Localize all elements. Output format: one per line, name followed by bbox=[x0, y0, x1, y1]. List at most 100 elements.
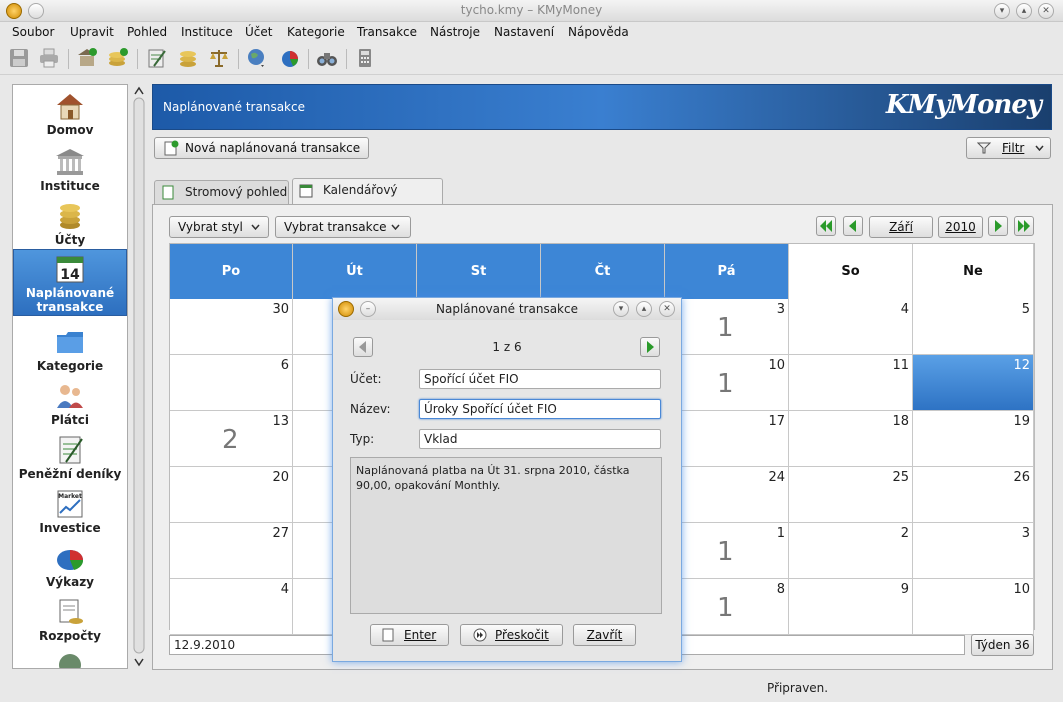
skip-icon bbox=[473, 628, 487, 642]
calendar-day-cell[interactable]: 6 bbox=[170, 355, 293, 411]
transaction-counter: 1 z 6 bbox=[492, 340, 522, 354]
sidebar-item-platci[interactable]: Plátci bbox=[13, 381, 127, 431]
enter-button[interactable]: Enter bbox=[370, 624, 449, 646]
calendar-day-cell[interactable]: 19 bbox=[913, 411, 1034, 467]
ledger-icon[interactable] bbox=[146, 47, 170, 71]
coins-icon[interactable] bbox=[177, 47, 201, 71]
calendar-day-cell[interactable]: 30 bbox=[170, 299, 293, 355]
day-number: 30 bbox=[272, 302, 289, 317]
calendar-day-cell[interactable]: 12 bbox=[913, 355, 1034, 411]
menu-nastaveni[interactable]: Nastavení bbox=[494, 25, 554, 39]
pie-chart-icon[interactable] bbox=[279, 47, 303, 71]
calendar-day-cell[interactable]: 24 bbox=[665, 467, 789, 523]
sidebar-item-rozpocty[interactable]: Rozpočty bbox=[13, 597, 127, 647]
account-field[interactable]: Spořící účet FIO bbox=[419, 369, 661, 389]
window-menu-icon[interactable]: – bbox=[360, 301, 376, 317]
type-field[interactable]: Vklad bbox=[419, 429, 661, 449]
maximize-icon[interactable]: ▴ bbox=[1016, 3, 1032, 19]
menu-napoveda[interactable]: Nápověda bbox=[568, 25, 629, 39]
menu-upravit[interactable]: Upravit bbox=[70, 25, 114, 39]
sidebar-item-label: Instituce bbox=[40, 179, 100, 193]
tab-stromovy-pohled[interactable]: Stromový pohled bbox=[154, 180, 289, 204]
calculator-icon[interactable] bbox=[354, 47, 378, 71]
calendar-day-cell[interactable]: 17 bbox=[665, 411, 789, 467]
calendar-day-cell[interactable]: 18 bbox=[789, 411, 913, 467]
sidebar-scrollbar[interactable] bbox=[132, 84, 146, 669]
sidebar-item-penezni-deniky[interactable]: Peněžní deníky bbox=[13, 435, 127, 485]
menu-nastroje[interactable]: Nástroje bbox=[430, 25, 480, 39]
sidebar-item-vykazy[interactable]: Výkazy bbox=[13, 543, 127, 593]
month-button[interactable]: Září bbox=[869, 216, 933, 238]
menu-transakce[interactable]: Transakce bbox=[357, 25, 417, 39]
week-button[interactable]: Týden 36 bbox=[971, 634, 1034, 656]
new-institution-icon[interactable] bbox=[76, 47, 100, 71]
next-year-button[interactable] bbox=[1014, 216, 1034, 236]
next-month-button[interactable] bbox=[988, 216, 1008, 236]
skip-button[interactable]: Přeskočit bbox=[460, 624, 563, 646]
calendar-day-cell[interactable]: 3 bbox=[913, 523, 1034, 579]
calendar-day-cell[interactable]: 10 bbox=[913, 579, 1034, 635]
calendar-day-cell[interactable]: 11 bbox=[789, 355, 913, 411]
filter-label: Filtr bbox=[1002, 141, 1025, 155]
calendar-day-cell[interactable]: 9 bbox=[789, 579, 913, 635]
menu-instituce[interactable]: Instituce bbox=[181, 25, 233, 39]
day-number: 10 bbox=[768, 358, 785, 373]
new-scheduled-transaction-button[interactable]: Nová naplánovaná transakce bbox=[154, 137, 370, 159]
select-transactions-button[interactable]: Vybrat transakce bbox=[275, 216, 411, 238]
previous-year-button[interactable] bbox=[816, 216, 836, 236]
balance-icon[interactable] bbox=[208, 47, 232, 71]
calendar-day-cell[interactable]: 25 bbox=[789, 467, 913, 523]
year-button[interactable]: 2010 bbox=[938, 216, 983, 238]
calendar-day-cell[interactable]: 20 bbox=[170, 467, 293, 523]
sidebar-item-more[interactable] bbox=[13, 653, 127, 668]
save-icon[interactable] bbox=[8, 47, 32, 71]
globe-icon[interactable] bbox=[246, 47, 270, 71]
calendar-day-cell[interactable]: 4 bbox=[789, 299, 913, 355]
calendar-day-cell[interactable]: 11 bbox=[665, 523, 789, 579]
calendar-day-cell[interactable]: 81 bbox=[665, 579, 789, 635]
day-number: 19 bbox=[1013, 414, 1030, 429]
calendar-day-cell[interactable]: 2 bbox=[789, 523, 913, 579]
print-icon[interactable] bbox=[38, 47, 62, 71]
sidebar-item-ucty[interactable]: Účty bbox=[13, 201, 127, 251]
skip-label: Přeskočit bbox=[495, 628, 549, 642]
enter-label: Enter bbox=[404, 628, 437, 642]
close-icon[interactable]: ✕ bbox=[659, 301, 675, 317]
calendar-day-cell[interactable]: 13 2 bbox=[170, 411, 293, 467]
menu-soubor[interactable]: Soubor bbox=[12, 25, 54, 39]
binoculars-icon[interactable] bbox=[316, 47, 340, 71]
sidebar-item-investice[interactable]: Market Investice bbox=[13, 489, 127, 539]
minimize-icon[interactable]: ▾ bbox=[994, 3, 1010, 19]
sidebar-item-kategorie[interactable]: Kategorie bbox=[13, 327, 127, 377]
new-account-icon[interactable] bbox=[107, 47, 131, 71]
sidebar-item-domov[interactable]: Domov bbox=[13, 91, 127, 143]
previous-month-button[interactable] bbox=[843, 216, 863, 236]
close-label: Zavřít bbox=[586, 628, 623, 642]
sidebar-item-naplanovane-transakce[interactable]: 14 Naplánované transakce bbox=[13, 249, 127, 316]
select-style-button[interactable]: Vybrat styl bbox=[169, 216, 269, 238]
double-arrow-left-icon bbox=[820, 220, 832, 232]
menu-ucet[interactable]: Účet bbox=[245, 25, 272, 39]
name-field[interactable]: Úroky Spořící účet FIO bbox=[419, 399, 661, 419]
calendar-day-cell[interactable]: 4 bbox=[170, 579, 293, 635]
maximize-icon[interactable]: ▴ bbox=[636, 301, 652, 317]
app-icon[interactable] bbox=[338, 301, 354, 317]
tab-kalendarovy-pohled[interactable]: Kalendářový pohled bbox=[292, 178, 443, 219]
calendar-day-cell[interactable]: 27 bbox=[170, 523, 293, 579]
day-number: 9 bbox=[900, 582, 909, 597]
calendar-day-cell[interactable]: 5 bbox=[913, 299, 1034, 355]
menu-kategorie[interactable]: Kategorie bbox=[287, 25, 345, 39]
calendar-day-cell[interactable]: 26 bbox=[913, 467, 1034, 523]
sidebar-item-instituce[interactable]: Instituce bbox=[13, 147, 127, 197]
menu-pohled[interactable]: Pohled bbox=[127, 25, 167, 39]
calendar-day-cell[interactable]: 31 bbox=[665, 299, 789, 355]
transaction-count: 2 bbox=[222, 425, 239, 455]
filter-button[interactable]: Filtr bbox=[966, 137, 1051, 159]
close-icon[interactable]: ✕ bbox=[1038, 3, 1054, 19]
next-transaction-button[interactable] bbox=[640, 337, 660, 357]
close-button[interactable]: Zavřít bbox=[573, 624, 636, 646]
minimize-icon[interactable]: ▾ bbox=[613, 301, 629, 317]
calendar-day-cell[interactable]: 10 1 bbox=[665, 355, 789, 411]
day-number: 24 bbox=[768, 470, 785, 485]
transaction-count: 1 bbox=[717, 537, 734, 567]
